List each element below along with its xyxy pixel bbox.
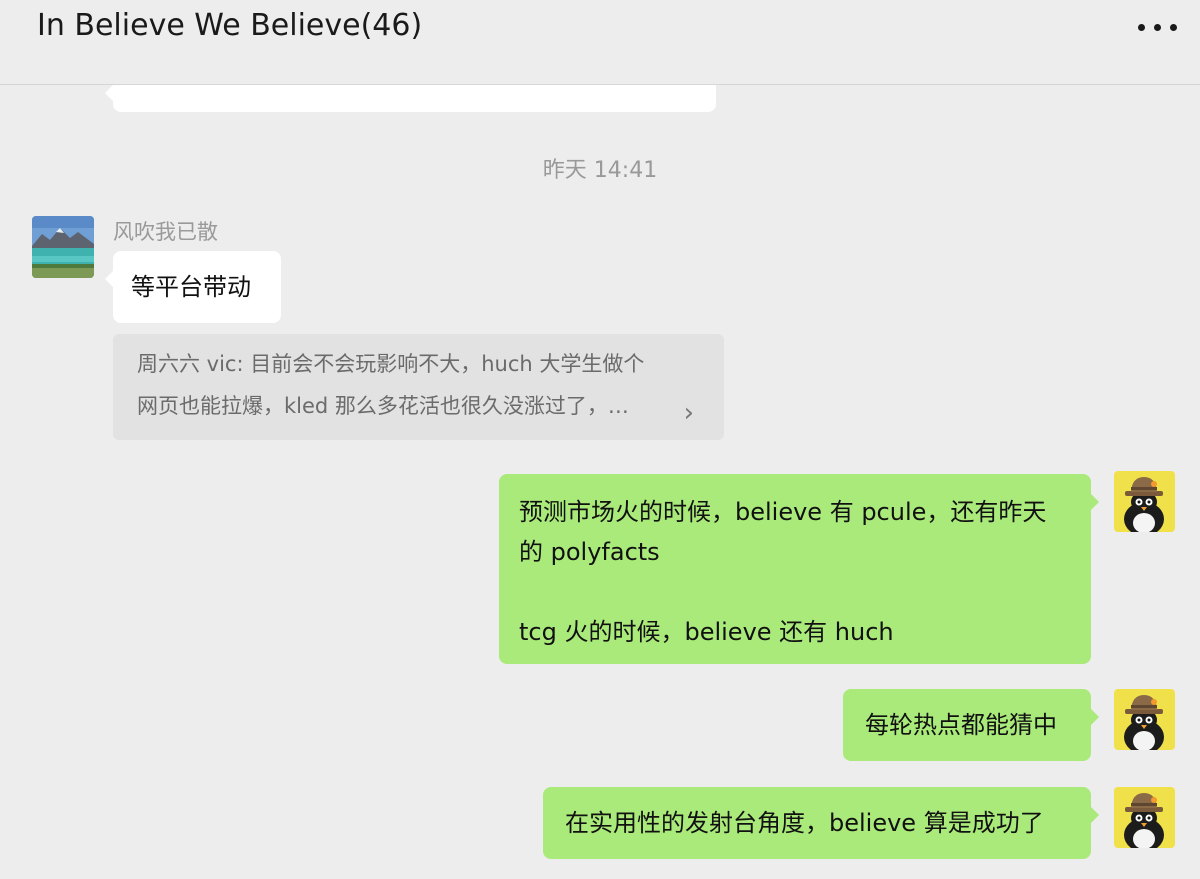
message-text: 在实用性的发射台角度，believe 算是成功了 xyxy=(565,809,1044,837)
quoted-message[interactable]: 周六六 vic: 目前会不会玩影响不大，huch 大学生做个 网页也能拉爆，kl… xyxy=(113,334,724,440)
quote-text-line-2: 网页也能拉爆，kled 那么多花活也很久没涨过了，… xyxy=(137,394,629,418)
previous-message-bubble[interactable] xyxy=(105,85,716,112)
outgoing-message-bubble[interactable]: 在实用性的发射台角度，believe 算是成功了 xyxy=(543,787,1099,859)
penguin-avatar xyxy=(1114,787,1175,848)
self-avatar[interactable] xyxy=(1114,689,1175,750)
message-text: 等平台带动 xyxy=(131,273,251,301)
message-text-line-3: tcg 火的时候，believe 还有 huch xyxy=(519,618,894,646)
message-text-line-1: 预测市场火的时候，believe 有 pcule，还有昨天 xyxy=(519,498,1047,526)
landscape-lake-avatar xyxy=(32,216,94,278)
message-text-line-2: 的 polyfacts xyxy=(519,538,660,566)
penguin-avatar xyxy=(1114,689,1175,750)
sender-name: 风吹我已散 xyxy=(113,220,218,244)
outgoing-message-bubble[interactable]: 每轮热点都能猜中 xyxy=(843,689,1099,761)
message-timestamp: 昨天 14:41 xyxy=(542,158,658,183)
quote-text-line-1: 周六六 vic: 目前会不会玩影响不大，huch 大学生做个 xyxy=(137,352,645,376)
incoming-message-bubble[interactable]: 等平台带动 xyxy=(105,251,281,323)
sender-avatar[interactable] xyxy=(32,216,94,278)
outgoing-message-bubble[interactable]: 预测市场火的时候，believe 有 pcule，还有昨天 的 polyfact… xyxy=(499,474,1099,664)
chat-header: In Believe We Believe(46) xyxy=(0,0,1200,85)
chevron-right-icon: › xyxy=(683,398,694,428)
more-dots-icon[interactable] xyxy=(1136,12,1180,42)
penguin-avatar xyxy=(1114,471,1175,532)
self-avatar[interactable] xyxy=(1114,787,1175,848)
message-list[interactable]: 昨天 14:41 风吹我已散 等平台带动 周六六 vic: 目前会不会玩影响不大… xyxy=(0,85,1200,879)
message-text: 每轮热点都能猜中 xyxy=(865,711,1057,739)
chat-title: In Believe We Believe(46) xyxy=(37,8,423,43)
self-avatar[interactable] xyxy=(1114,471,1175,532)
